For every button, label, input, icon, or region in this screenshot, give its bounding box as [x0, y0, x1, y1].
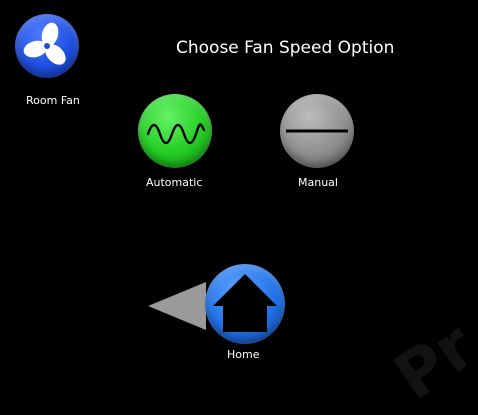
sine-wave-icon [138, 94, 212, 168]
automatic-label: Automatic [146, 176, 203, 189]
home-button[interactable]: Home [205, 264, 285, 364]
manual-label: Manual [298, 176, 338, 189]
back-button[interactable] [148, 282, 206, 330]
home-label: Home [227, 348, 260, 361]
back-arrow-icon [148, 282, 206, 330]
watermark-text: Pr [381, 309, 478, 415]
room-fan-button[interactable]: Room Fan [14, 14, 94, 114]
page-title: Choose Fan Speed Option [176, 38, 395, 58]
manual-option-button[interactable]: Manual [280, 94, 360, 194]
minus-line-icon [280, 94, 354, 168]
automatic-option-button[interactable]: Automatic [138, 94, 218, 194]
room-fan-label: Room Fan [26, 94, 80, 107]
fan-icon [15, 14, 79, 78]
home-icon [205, 264, 285, 344]
